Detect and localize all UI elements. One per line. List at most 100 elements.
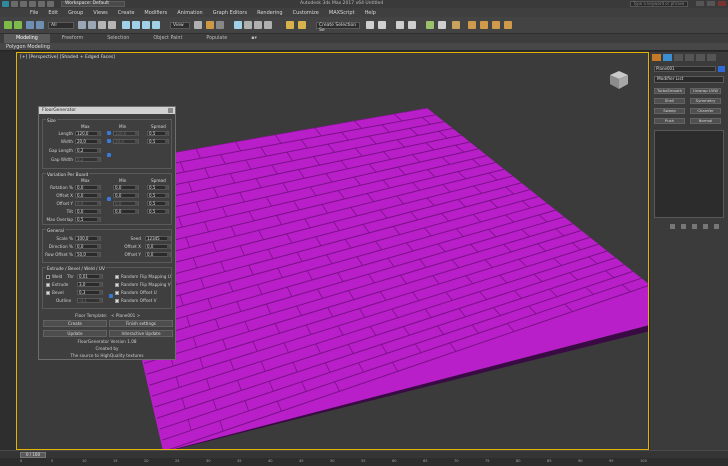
length-spread-spinner[interactable]: 0,5 <box>147 131 169 136</box>
modifier-symmetry-button[interactable]: Symmetry <box>690 98 721 104</box>
create-tab-icon[interactable] <box>652 54 661 61</box>
rectangular-selection-icon[interactable] <box>98 21 106 29</box>
spinner-snap-icon[interactable] <box>264 21 272 29</box>
modifier-normal-button[interactable]: Normal <box>690 118 721 124</box>
mirror-tool-icon[interactable] <box>366 21 374 29</box>
unlink-icon[interactable] <box>36 21 44 29</box>
layer-explorer-icon[interactable] <box>396 21 404 29</box>
max-overlap-spinner[interactable]: 0,5 <box>75 217 101 222</box>
dialog-title-bar[interactable]: FloorGenerator <box>39 107 175 114</box>
scale-icon[interactable] <box>142 21 150 29</box>
utilities-tab-icon[interactable] <box>707 54 716 61</box>
object-color-swatch[interactable] <box>718 66 725 72</box>
bevel-checkbox[interactable] <box>46 291 50 295</box>
align-icon[interactable] <box>378 21 386 29</box>
source-text[interactable]: The source to HighQuality textures <box>39 353 175 358</box>
viewport-label[interactable]: [+] [Perspective] [Shaded + Edged Faces] <box>20 55 115 60</box>
width-spread-spinner[interactable]: 0,5 <box>147 139 169 144</box>
select-object-icon[interactable] <box>78 21 86 29</box>
menu-maxscript[interactable]: MAXScript <box>329 10 355 16</box>
menu-views[interactable]: Views <box>93 10 107 16</box>
move-icon[interactable] <box>122 21 130 29</box>
bevel-lock-icon[interactable] <box>109 294 113 298</box>
length-min-spinner[interactable]: 120,0 <box>113 131 139 136</box>
weld-threshold-spinner[interactable]: 0,01 <box>77 274 103 279</box>
scale-spinner[interactable]: 100,0 <box>75 236 101 241</box>
random-offset-u-checkbox[interactable] <box>115 291 119 295</box>
gap-width-spinner[interactable]: 0,2 <box>75 157 101 162</box>
timeline[interactable]: 0 / 100 <box>0 450 728 458</box>
modifier-list-dropdown[interactable]: Modifier List <box>654 76 724 83</box>
general-offset-x-spinner[interactable]: 0,0 <box>145 244 171 249</box>
modifier-push-button[interactable]: Push <box>654 118 685 124</box>
menu-rendering[interactable]: Rendering <box>257 10 283 16</box>
modifier-chamfer-button[interactable]: Chamfer <box>690 108 721 114</box>
weld-checkbox[interactable] <box>46 275 50 279</box>
menu-edit[interactable]: Edit <box>48 10 58 16</box>
undo-icon[interactable] <box>4 21 12 29</box>
create-button[interactable]: Create <box>43 320 107 327</box>
viewcube-icon[interactable] <box>608 69 630 91</box>
floor-template-value[interactable]: < Plane001 > <box>111 313 140 318</box>
direction-spinner[interactable]: 0,0 <box>75 244 101 249</box>
close-icon[interactable] <box>718 1 726 6</box>
outline-spinner[interactable]: -0,1 <box>77 298 103 303</box>
modifier-turbosmooth-button[interactable]: TurboSmooth <box>654 88 685 94</box>
random-offset-v-checkbox[interactable] <box>115 299 119 303</box>
row-offset-spinner[interactable]: 50,0 <box>75 252 101 257</box>
rotate-icon[interactable] <box>132 21 140 29</box>
percent-snap-icon[interactable] <box>254 21 262 29</box>
width-min-spinner[interactable]: 20,0 <box>113 139 139 144</box>
rendered-frame-window-icon[interactable] <box>480 21 488 29</box>
placement-icon[interactable] <box>152 21 160 29</box>
app-logo-icon[interactable] <box>2 1 9 7</box>
remove-modifier-icon[interactable] <box>703 224 708 229</box>
edit-named-selection-icon[interactable] <box>286 21 294 29</box>
reference-coordinate-dropdown[interactable]: View <box>170 22 190 29</box>
undo-icon[interactable] <box>38 1 45 7</box>
random-flip-v-checkbox[interactable] <box>115 283 119 287</box>
toggle-ribbon-icon[interactable] <box>408 21 416 29</box>
menu-animation[interactable]: Animation <box>177 10 203 16</box>
render-setup-icon[interactable] <box>468 21 476 29</box>
tab-populate[interactable]: Populate <box>194 34 239 43</box>
interactive-update-button[interactable]: Interactive Update <box>109 330 173 337</box>
minimize-icon[interactable] <box>696 1 704 6</box>
rotation-spread-spinner[interactable]: 0,5 <box>147 185 169 190</box>
keyboard-shortcut-icon[interactable] <box>216 21 224 29</box>
width-max-spinner[interactable]: 20,0 <box>75 139 101 144</box>
modifier-shell-button[interactable]: Shell <box>654 98 685 104</box>
redo-icon[interactable] <box>14 21 22 29</box>
object-name-field[interactable]: Plane001 <box>654 66 716 72</box>
curve-editor-icon[interactable] <box>426 21 434 29</box>
modifier-unwrap-uvw-button[interactable]: Unwrap UVW <box>690 88 721 94</box>
link-icon[interactable] <box>26 21 34 29</box>
offset-y-max-spinner[interactable]: 0,0 <box>75 201 101 206</box>
extrude-spinner[interactable]: 3,0 <box>77 282 103 287</box>
material-editor-icon[interactable] <box>452 21 460 29</box>
gap-lock-icon[interactable] <box>107 153 111 157</box>
select-manipulate-icon[interactable] <box>206 21 214 29</box>
pivot-icon[interactable] <box>194 21 202 29</box>
offset-x-max-spinner[interactable]: 0,0 <box>75 193 101 198</box>
menu-group[interactable]: Group <box>68 10 83 16</box>
menu-create[interactable]: Create <box>118 10 135 16</box>
offset-lock-icon[interactable] <box>107 197 111 201</box>
render-in-cloud-icon[interactable] <box>504 21 512 29</box>
save-icon[interactable] <box>29 1 36 7</box>
hierarchy-tab-icon[interactable] <box>674 54 683 61</box>
tilt-max-spinner[interactable]: 0,0 <box>75 209 101 214</box>
tilt-min-spinner[interactable]: 0,0 <box>113 209 139 214</box>
tab-selection[interactable]: Selection <box>95 34 141 43</box>
mirror-icon[interactable] <box>298 21 306 29</box>
ribbon-panel-title[interactable]: Polygon Modeling <box>6 44 50 50</box>
timeline-ticks[interactable]: 0 5 10 15 20 25 30 35 40 45 50 55 60 65 70 75 80 85 90 95 10… <box>0 458 728 466</box>
new-icon[interactable] <box>11 1 18 7</box>
schematic-view-icon[interactable] <box>438 21 446 29</box>
length-max-spinner[interactable]: 120,0 <box>75 131 101 136</box>
modifier-stack[interactable] <box>654 130 724 218</box>
update-button[interactable]: Update <box>43 330 107 337</box>
bevel-spinner[interactable]: 0,3 <box>77 290 103 295</box>
select-by-name-icon[interactable] <box>88 21 96 29</box>
rotation-min-spinner[interactable]: 0,0 <box>113 185 139 190</box>
